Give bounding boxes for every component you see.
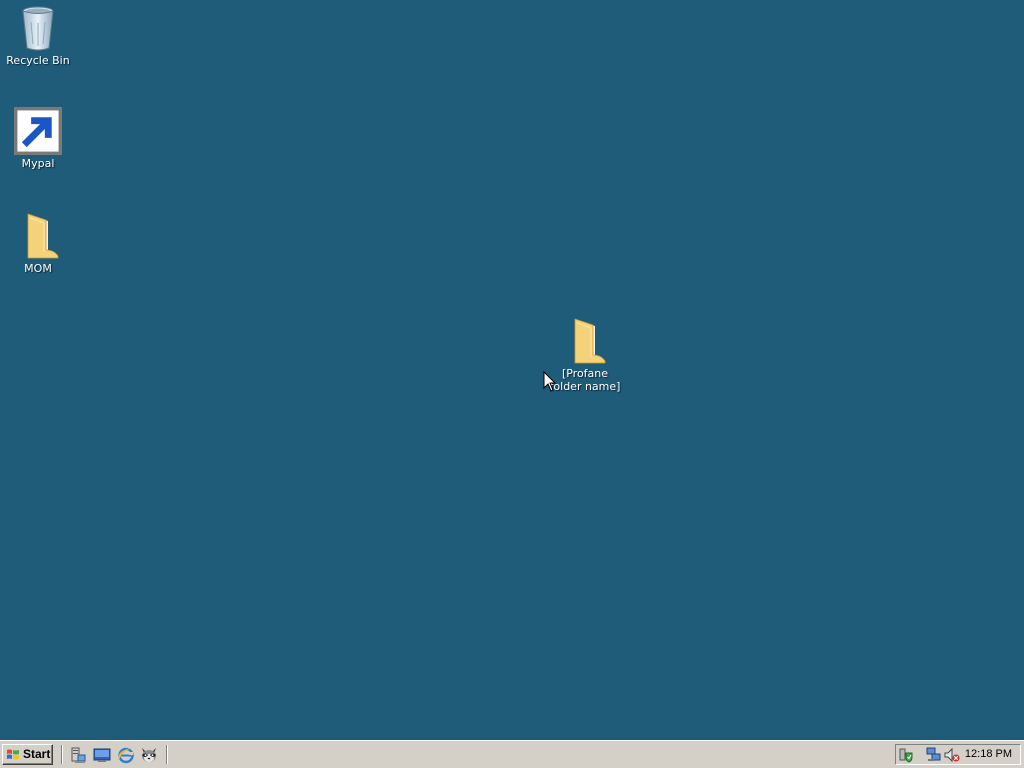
windows-logo-icon xyxy=(7,749,19,760)
raccoon-icon xyxy=(142,748,156,762)
desktop-icon-recycle-bin[interactable]: Recycle Bin xyxy=(0,4,76,67)
desktop-icon-label: Mypal xyxy=(21,157,55,170)
shortcut-arrow-icon xyxy=(14,107,62,155)
server-manager-icon xyxy=(71,747,86,763)
folder-icon xyxy=(14,212,62,260)
taskbar: Start 12:18 PM xyxy=(0,740,1024,768)
desktop-icon-mypal[interactable]: Mypal xyxy=(0,107,76,170)
start-button-label: Start xyxy=(23,747,51,761)
recycle-bin-icon xyxy=(14,4,62,52)
network-disconnected-icon[interactable] xyxy=(926,747,942,763)
desktop-icon-selected-folder[interactable]: [Profane folder name] xyxy=(545,317,625,393)
taskbar-clock[interactable]: 12:18 PM xyxy=(965,748,1012,760)
show-desktop-icon xyxy=(93,748,111,762)
folder-icon xyxy=(561,317,609,365)
quick-launch-separator xyxy=(61,745,63,764)
volume-muted-icon[interactable] xyxy=(944,747,960,763)
quick-launch-mypal[interactable] xyxy=(140,746,158,764)
raccoon-icon xyxy=(14,107,62,155)
start-button[interactable]: Start xyxy=(2,744,53,765)
desktop[interactable]: Recycle Bin Mypal MOM [Profane folder na… xyxy=(0,0,1024,740)
desktop-icon-label: Recycle Bin xyxy=(6,54,70,67)
desktop-icon-label: [Profane folder name] xyxy=(549,367,621,393)
internet-explorer-icon xyxy=(118,747,134,764)
quick-launch-server-manager[interactable] xyxy=(69,746,87,764)
quick-launch-separator xyxy=(166,745,168,764)
quick-launch-show-desktop[interactable] xyxy=(93,746,111,764)
quick-launch-internet-explorer[interactable] xyxy=(117,746,135,764)
desktop-icon-mom-folder[interactable]: MOM xyxy=(0,212,76,275)
desktop-icon-label: MOM xyxy=(24,262,52,275)
security-shield-icon[interactable] xyxy=(899,747,915,763)
system-tray: 12:18 PM xyxy=(895,744,1021,765)
